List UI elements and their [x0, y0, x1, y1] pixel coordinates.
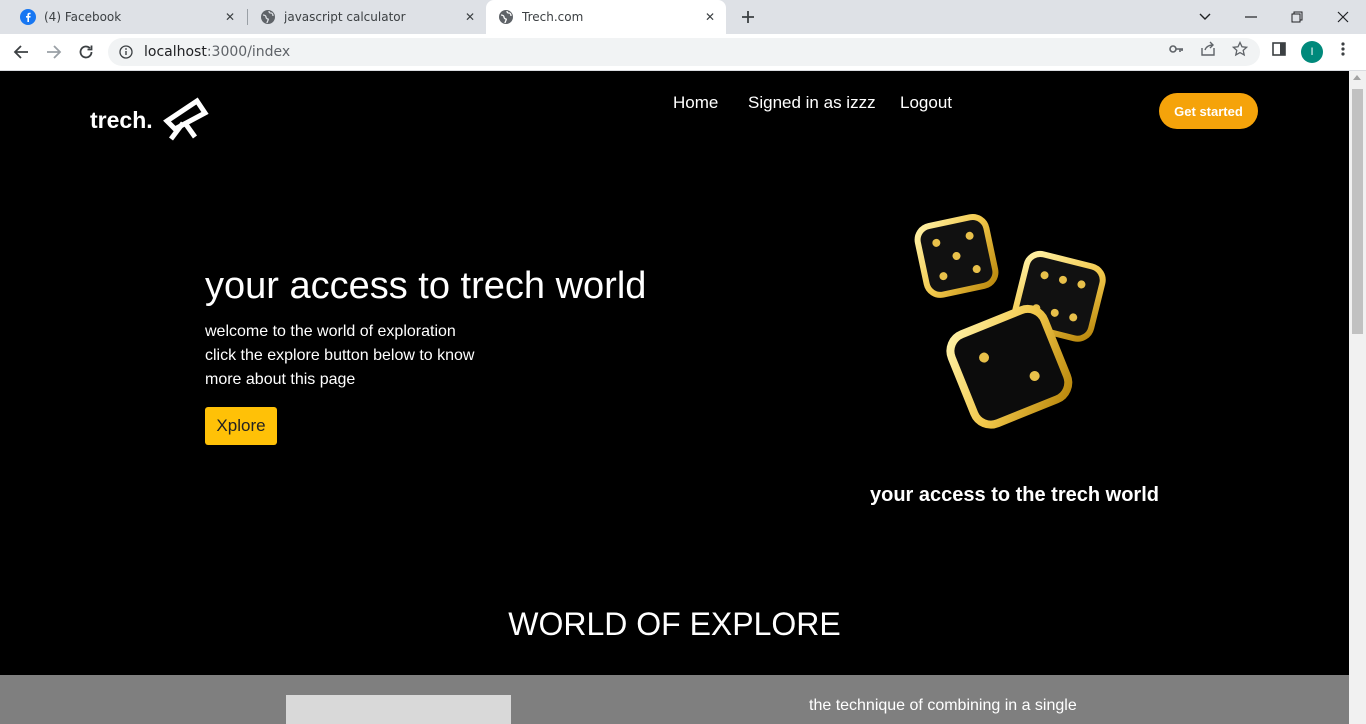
- scroll-up-icon[interactable]: [1353, 75, 1361, 80]
- side-panel-icon[interactable]: [1270, 40, 1288, 58]
- facebook-icon: [20, 9, 36, 25]
- page-scrollbar[interactable]: [1349, 71, 1366, 724]
- brand-name: trech.: [90, 107, 153, 133]
- close-icon[interactable]: ✕: [700, 7, 720, 27]
- globe-icon: [498, 9, 514, 25]
- nav-signed-in[interactable]: Signed in as izzz: [748, 93, 876, 113]
- plus-icon: [742, 11, 754, 23]
- forward-button[interactable]: [40, 38, 68, 66]
- tab-trech[interactable]: Trech.com ✕: [486, 0, 726, 34]
- profile-avatar[interactable]: I: [1301, 41, 1323, 63]
- tab-facebook[interactable]: (4) Facebook ✕: [8, 0, 246, 34]
- feature-section: the technique of combining in a single: [0, 675, 1349, 724]
- get-started-button[interactable]: Get started: [1159, 93, 1258, 129]
- section-title: WORLD OF EXPLORE: [508, 606, 841, 642]
- hero-line: click the explore button below to know: [205, 347, 475, 364]
- star-icon[interactable]: [1231, 40, 1249, 58]
- dice-image: [865, 181, 1163, 461]
- close-window-button[interactable]: [1320, 0, 1366, 34]
- chevron-down-icon: [1199, 13, 1211, 20]
- scrollbar-thumb[interactable]: [1352, 89, 1363, 334]
- hero-line: more about this page: [205, 371, 356, 388]
- new-tab-button[interactable]: [736, 5, 760, 29]
- tab-search-button[interactable]: [1182, 0, 1228, 34]
- back-button[interactable]: [7, 38, 35, 66]
- reload-icon: [79, 45, 93, 59]
- globe-icon: [260, 9, 276, 25]
- hero-description: welcome to the world of exploration clic…: [205, 320, 474, 392]
- close-icon: [1337, 11, 1349, 23]
- xplore-button[interactable]: Xplore: [205, 407, 277, 445]
- feature-text: the technique of combining in a single: [809, 697, 1077, 714]
- restore-button[interactable]: [1274, 0, 1320, 34]
- minimize-icon: [1245, 16, 1257, 18]
- nav-home[interactable]: Home: [673, 93, 718, 113]
- hero-line: welcome to the world of exploration: [205, 323, 456, 340]
- share-icon[interactable]: [1199, 40, 1217, 58]
- close-icon[interactable]: ✕: [460, 7, 480, 27]
- tab-title: Trech.com: [522, 10, 584, 24]
- address-bar[interactable]: localhost:3000/index: [108, 38, 1260, 66]
- url-path: :3000/index: [206, 44, 291, 60]
- feature-image-placeholder: [286, 695, 511, 724]
- restore-icon: [1291, 11, 1303, 23]
- reload-button[interactable]: [72, 38, 100, 66]
- minimize-button[interactable]: [1228, 0, 1274, 34]
- info-icon[interactable]: [118, 44, 134, 60]
- browser-toolbar: localhost:3000/index I: [0, 34, 1366, 71]
- nav-logout[interactable]: Logout: [900, 93, 952, 113]
- arrow-left-icon: [13, 45, 28, 59]
- url-text: localhost:3000/index: [144, 44, 290, 60]
- key-icon[interactable]: [1167, 40, 1185, 58]
- tab-strip: (4) Facebook ✕ javascript calculator ✕ T…: [0, 0, 1366, 34]
- url-host: localhost: [144, 44, 207, 60]
- hero-title: your access to trech world: [205, 265, 647, 307]
- close-icon[interactable]: ✕: [220, 7, 240, 27]
- telescope-icon: [161, 95, 209, 146]
- brand[interactable]: trech.: [90, 95, 209, 146]
- tab-title: javascript calculator: [284, 10, 406, 24]
- image-caption: your access to the trech world: [870, 484, 1159, 506]
- page-viewport: trech. Home Signed in as izzz Logout Get…: [0, 71, 1349, 724]
- tab-title: (4) Facebook: [44, 10, 122, 24]
- menu-icon[interactable]: [1334, 40, 1352, 58]
- tab-javascript-calculator[interactable]: javascript calculator ✕: [248, 0, 486, 34]
- arrow-right-icon: [47, 45, 62, 59]
